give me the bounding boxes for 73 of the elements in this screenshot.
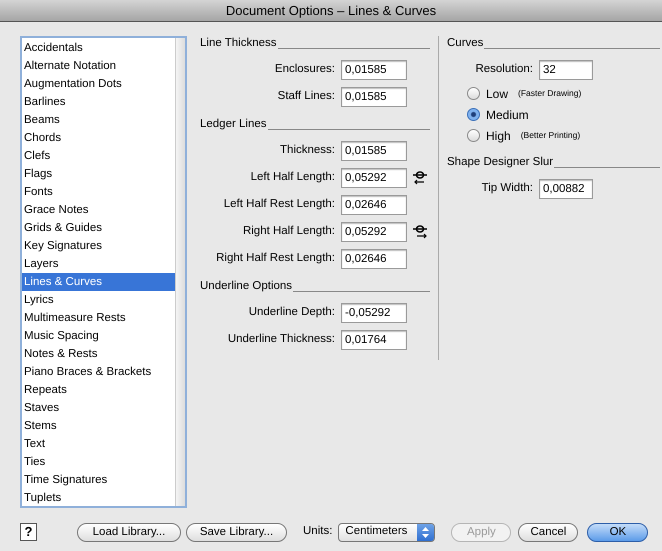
option-label: Medium xyxy=(486,106,529,124)
category-item[interactable]: Time Signatures xyxy=(22,471,175,489)
load-library-button[interactable]: Load Library... xyxy=(77,522,181,542)
window-title: Document Options – Lines & Curves xyxy=(0,0,662,22)
category-item[interactable]: Clefs xyxy=(22,147,175,165)
category-item[interactable]: Text xyxy=(22,435,175,453)
input-field[interactable]: 32 xyxy=(539,60,593,80)
input-field[interactable]: 0,05292 xyxy=(341,222,407,242)
units-label: Units: xyxy=(303,524,332,540)
handle-arrow-icon[interactable] xyxy=(412,224,428,238)
category-item[interactable]: Alternate Notation xyxy=(22,57,175,75)
category-item[interactable]: Tuplets xyxy=(22,489,175,507)
save-library-button[interactable]: Save Library... xyxy=(186,522,287,542)
category-item[interactable]: Grids & Guides xyxy=(22,219,175,237)
dialog-button[interactable]: OK xyxy=(587,522,648,542)
field-label: Right Half Rest Length: xyxy=(215,250,336,266)
field-label: Enclosures: xyxy=(274,62,336,77)
radio-button[interactable] xyxy=(467,129,480,142)
input-field[interactable]: 0,00882 xyxy=(539,178,593,198)
field-label: Left Half Rest Length: xyxy=(222,196,336,212)
scrollbar-track[interactable] xyxy=(175,38,185,506)
input-field[interactable]: 0,02646 xyxy=(341,248,407,268)
input-field[interactable]: -0,05292 xyxy=(341,302,407,322)
section-heading: Ledger Lines xyxy=(200,116,266,132)
category-item[interactable]: Beams xyxy=(22,111,175,129)
field-label: Left Half Length: xyxy=(250,170,336,185)
handle-arrow-icon[interactable] xyxy=(412,170,428,184)
category-item[interactable]: Chords xyxy=(22,129,175,147)
category-item[interactable]: Multimeasure Rests xyxy=(22,309,175,327)
category-item[interactable]: Key Signatures xyxy=(22,237,175,255)
category-item[interactable]: Lyrics xyxy=(22,291,175,309)
category-item[interactable]: Music Spacing xyxy=(22,327,175,345)
field-label: Tip Width: xyxy=(480,180,534,196)
category-item[interactable]: Stems xyxy=(22,417,175,435)
option-note: (Better Printing) xyxy=(520,129,580,142)
option-label: High xyxy=(486,128,511,144)
field-label: Right Half Length: xyxy=(242,224,336,239)
radio-button[interactable] xyxy=(467,87,480,100)
section-heading: Line Thickness xyxy=(200,36,276,51)
units-dropdown[interactable]: Centimeters xyxy=(338,522,436,542)
option-label: Low xyxy=(486,86,508,102)
section-heading: Underline Options xyxy=(200,278,292,294)
category-item[interactable]: Staves xyxy=(22,399,175,417)
category-item[interactable]: Flags xyxy=(22,165,175,183)
stepper-icon xyxy=(417,524,434,540)
field-label: Underline Thickness: xyxy=(226,332,336,347)
input-field[interactable]: 0,02646 xyxy=(341,194,407,214)
input-field[interactable]: 0,05292 xyxy=(341,168,407,188)
category-item[interactable]: Fonts xyxy=(22,183,175,201)
input-field[interactable]: 0,01585 xyxy=(341,140,407,160)
input-field[interactable]: 0,01585 xyxy=(341,86,407,106)
option-note: (Faster Drawing) xyxy=(518,87,582,100)
section-heading: Curves xyxy=(447,36,484,51)
category-item[interactable]: Barlines xyxy=(22,93,175,111)
category-item[interactable]: Piano Braces & Brackets xyxy=(22,363,175,381)
input-field[interactable]: 0,01764 xyxy=(341,330,407,350)
dialog-button[interactable]: Cancel xyxy=(518,522,578,542)
radio-button[interactable] xyxy=(467,108,480,121)
section-heading: Shape Designer Slur xyxy=(447,154,554,170)
category-item[interactable]: Repeats xyxy=(22,381,175,399)
category-item[interactable]: Notes & Rests xyxy=(22,345,175,363)
category-item[interactable]: Augmentation Dots xyxy=(22,75,175,93)
category-item[interactable]: Lines & Curves xyxy=(22,273,175,291)
help-button[interactable]: ? xyxy=(20,523,37,541)
category-item[interactable]: Layers xyxy=(22,255,175,273)
category-item[interactable]: Grace Notes xyxy=(22,201,175,219)
field-label: Staff Lines: xyxy=(276,88,336,104)
input-field[interactable]: 0,01585 xyxy=(341,60,407,80)
field-label: Resolution: xyxy=(474,62,534,77)
category-item[interactable]: Accidentals xyxy=(22,39,175,57)
field-label: Thickness: xyxy=(279,142,336,158)
field-label: Underline Depth: xyxy=(248,304,336,320)
category-item[interactable]: Ties xyxy=(22,453,175,471)
